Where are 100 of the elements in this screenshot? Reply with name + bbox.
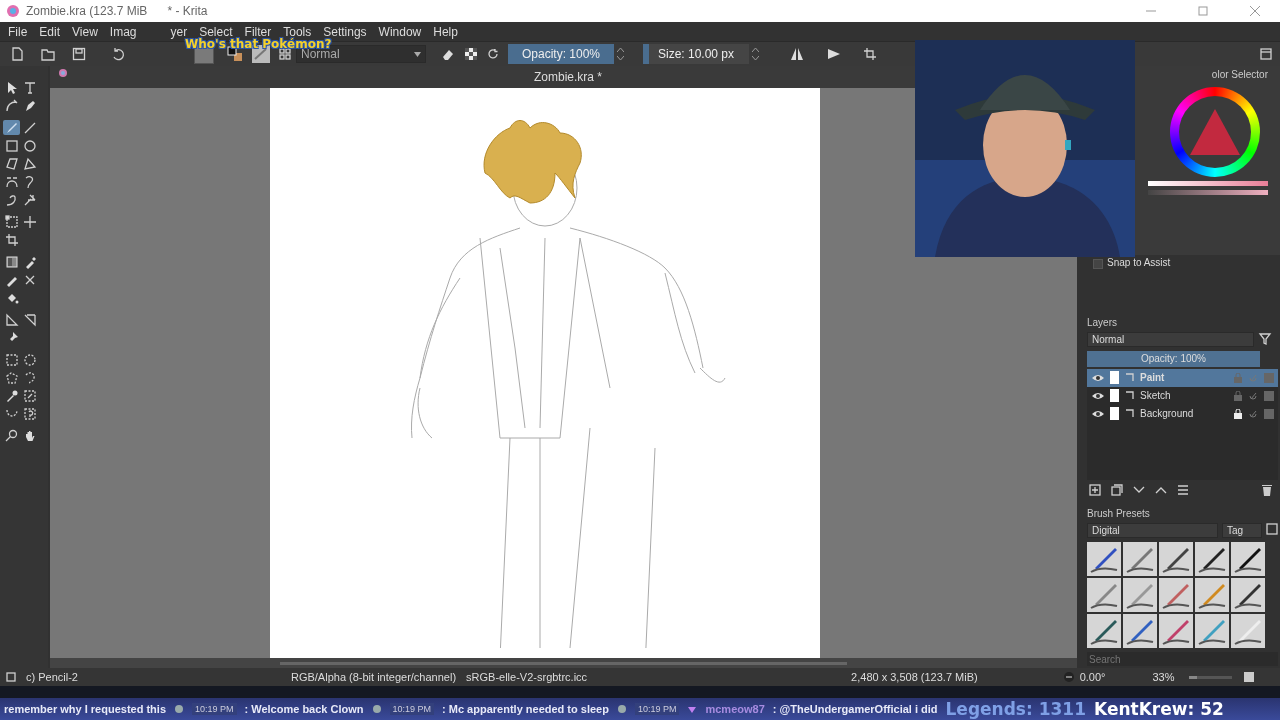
search-field[interactable]: Search: [1087, 652, 1278, 666]
menu-item[interactable]: File: [2, 24, 34, 39]
color-triangle[interactable]: [1190, 109, 1240, 155]
zoom-icon: [4, 428, 19, 443]
lock-icon[interactable]: [1234, 408, 1242, 419]
move-tool-button[interactable]: [21, 214, 38, 229]
opacity-slider[interactable]: Opacity: 100%: [1087, 351, 1260, 367]
menu-item[interactable]: View: [66, 24, 104, 39]
chevron-up-icon[interactable]: [1155, 486, 1167, 495]
image-dimensions: 2,480 x 3,508 (123.7 MiB): [851, 671, 978, 683]
menu-item[interactable]: Window: [372, 24, 428, 39]
perspective-icon: [22, 312, 37, 327]
save-icon[interactable]: [72, 47, 86, 61]
menu-item[interactable]: Filter: [238, 24, 278, 39]
chevron-down-icon[interactable]: [1133, 486, 1145, 495]
ellipse-icon: [22, 138, 37, 153]
crop-tool-button[interactable]: [3, 232, 20, 247]
rect-select-icon: [4, 352, 19, 367]
close-icon[interactable]: [1250, 6, 1260, 16]
menu-item[interactable]: Settings: [317, 24, 373, 39]
bezier-tool-button[interactable]: [3, 174, 20, 189]
duplicate-icon[interactable]: [1111, 484, 1123, 497]
new-document-icon[interactable]: [10, 47, 24, 61]
layer-row[interactable]: Background: [1087, 404, 1278, 423]
caret-icon: [414, 51, 421, 57]
brush-icon: [4, 120, 19, 135]
menu-item[interactable]: yer: [164, 24, 194, 39]
undo-icon[interactable]: [111, 47, 125, 61]
inherit-alpha-icon[interactable]: [1264, 390, 1274, 401]
spin-arrows-icon[interactable]: [617, 46, 624, 62]
reload-icon[interactable]: [487, 48, 499, 60]
eraser-icon[interactable]: [441, 47, 455, 61]
rect-select-tool-button[interactable]: [3, 352, 20, 367]
ellipse-tool-button[interactable]: [21, 138, 38, 153]
tag-button[interactable]: Tag: [1222, 523, 1262, 539]
brush-name: c) Pencil-2: [26, 671, 78, 683]
crop-icon: [4, 232, 19, 247]
ellipse-select-tool-button[interactable]: [21, 352, 38, 367]
eye-icon[interactable]: [1092, 373, 1104, 382]
brush-icon[interactable]: [6, 672, 16, 682]
menu-item[interactable]: Edit: [33, 24, 67, 39]
brush-preset-icon[interactable]: [279, 48, 291, 60]
mirror-horizontal-icon[interactable]: [790, 47, 804, 61]
message-time: 10:19 PM: [389, 703, 435, 715]
calligraphy-tool-button[interactable]: [3, 98, 20, 113]
alpha-icon[interactable]: [1248, 391, 1258, 400]
tag-dropdown[interactable]: Digital: [1087, 523, 1218, 539]
checkbox[interactable]: [1093, 258, 1103, 269]
eye-icon[interactable]: [1092, 409, 1104, 418]
document-tab[interactable]: Zombie.kra *: [534, 70, 603, 84]
polyline-tool-button[interactable]: [21, 156, 38, 171]
score-counter: Legends: 1311: [945, 699, 1086, 719]
gradient-tool-button[interactable]: [3, 254, 20, 269]
assistant-tool-button[interactable]: [3, 312, 20, 327]
transform-icon: [4, 214, 19, 229]
properties-icon[interactable]: [1177, 484, 1189, 497]
score-counter: KentKrew: 52: [1094, 699, 1224, 719]
zoom-tool-button[interactable]: [3, 428, 20, 443]
text-icon: [22, 80, 37, 95]
window-icon[interactable]: [1260, 48, 1272, 60]
blend-mode-dropdown[interactable]: Normal: [1087, 332, 1254, 348]
calligraphy-icon: [4, 98, 19, 113]
alpha-lock-icon[interactable]: [464, 47, 478, 61]
zoom-slider[interactable]: [1188, 675, 1232, 679]
window-icon[interactable]: [1266, 523, 1278, 536]
alpha-icon[interactable]: [1248, 409, 1258, 418]
zoom-value: 33%: [1152, 671, 1175, 683]
foreground-background-color-icon[interactable]: [227, 46, 243, 62]
open-folder-icon[interactable]: [41, 47, 55, 61]
chat-username: mcmeow87: [705, 703, 765, 715]
layer-row[interactable]: Sketch: [1087, 386, 1278, 405]
menu-item[interactable]: Select: [193, 24, 239, 39]
message-time: 10:19 PM: [634, 703, 680, 715]
trash-icon[interactable]: [1262, 484, 1272, 497]
rectangle-tool-button[interactable]: [3, 138, 20, 153]
menu-item[interactable]: Help: [427, 24, 464, 39]
chat-message: : Mc apparently needed to sleep: [442, 703, 609, 715]
similar-select-tool-button[interactable]: [21, 388, 38, 403]
chat-message: remember why I requested this: [4, 703, 166, 715]
inherit-alpha-icon[interactable]: [1264, 408, 1274, 419]
fit-icon[interactable]: [1243, 672, 1254, 682]
window-title: Zombie.kra (123.7 MiB: [26, 4, 148, 18]
mirror-vertical-icon[interactable]: [827, 47, 841, 61]
polygon-tool-button[interactable]: [3, 156, 20, 171]
eye-icon[interactable]: [1092, 391, 1104, 400]
transform-tool-button[interactable]: [3, 214, 20, 229]
message-time: 10:19 PM: [192, 703, 237, 715]
polygon-select-tool-button[interactable]: [3, 370, 20, 385]
layer-thumbnail: [1110, 407, 1119, 421]
polygon-select-icon: [4, 370, 19, 385]
add-layer-icon[interactable]: [1089, 484, 1101, 497]
line-icon: [22, 120, 37, 135]
menu-item[interactable]: Tools: [277, 24, 318, 39]
spin-arrows-icon[interactable]: [752, 46, 759, 62]
menu-item[interactable]: Imag: [103, 24, 143, 39]
magnetic-select-tool-button[interactable]: [21, 406, 38, 421]
badge-icon: [687, 704, 698, 714]
opacity-slider[interactable]: Opacity: 100%: [508, 44, 614, 64]
gradient-icon: [4, 254, 19, 269]
size-slider[interactable]: Size: 10.00 px: [643, 44, 749, 64]
